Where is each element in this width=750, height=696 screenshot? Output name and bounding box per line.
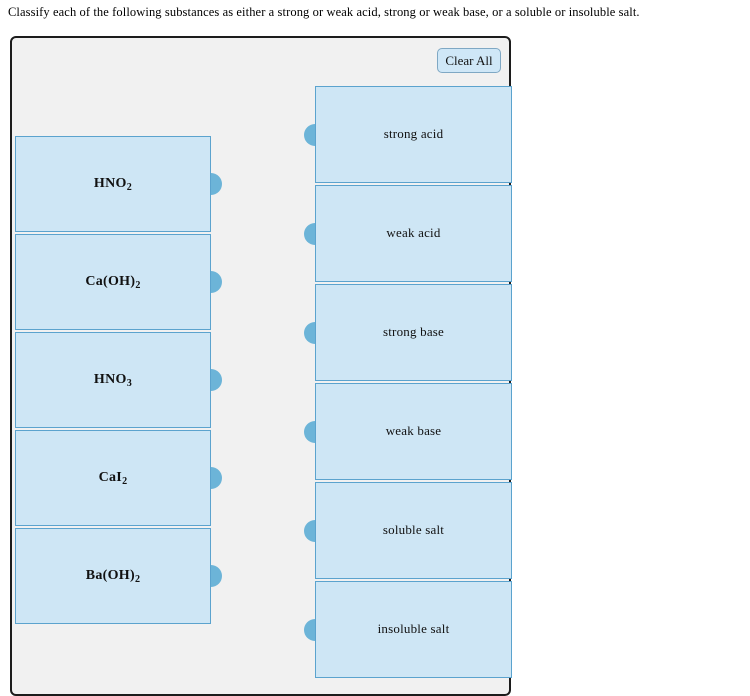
- connector-knob-icon[interactable]: [211, 467, 222, 489]
- page-root: Classify each of the following substance…: [0, 0, 750, 696]
- connector-knob-icon[interactable]: [211, 565, 222, 587]
- category-label: strong base: [382, 324, 445, 340]
- connector-knob-icon[interactable]: [304, 222, 315, 245]
- substances-column: HNO2 Ca(OH)2 HNO3 CaI2 Ba(OH)2: [15, 136, 222, 626]
- clear-all-button[interactable]: Clear All: [437, 48, 501, 73]
- substance-formula: Ba(OH)2: [85, 568, 141, 586]
- category-tile[interactable]: insoluble salt: [304, 581, 512, 678]
- connector-knob-icon[interactable]: [304, 123, 315, 146]
- category-tile[interactable]: strong base: [304, 284, 512, 381]
- category-tile[interactable]: weak acid: [304, 185, 512, 282]
- category-label: weak acid: [386, 225, 441, 241]
- connector-knob-icon[interactable]: [211, 271, 222, 293]
- category-label: soluble salt: [382, 522, 445, 538]
- connector-knob-icon[interactable]: [211, 173, 222, 195]
- substance-formula: HNO3: [93, 372, 133, 390]
- question-prompt: Classify each of the following substance…: [8, 5, 640, 19]
- categories-column: strong acid weak acid strong base weak base…: [304, 86, 512, 680]
- category-tile[interactable]: soluble salt: [304, 482, 512, 579]
- substance-tile[interactable]: HNO2: [15, 136, 222, 232]
- category-label: insoluble salt: [377, 621, 450, 637]
- category-tile[interactable]: strong acid: [304, 86, 512, 183]
- substance-tile[interactable]: Ca(OH)2: [15, 234, 222, 330]
- substance-formula: HNO2: [93, 176, 133, 194]
- substance-tile[interactable]: HNO3: [15, 332, 222, 428]
- substance-formula: Ca(OH)2: [85, 274, 141, 292]
- connector-knob-icon[interactable]: [211, 369, 222, 391]
- connector-knob-icon[interactable]: [304, 321, 315, 344]
- classification-activity-panel: Clear All HNO2 Ca(OH)2 HNO3 CaI2 Ba(OH)2 str…: [10, 36, 512, 696]
- substance-formula: CaI2: [98, 470, 128, 488]
- connector-knob-icon[interactable]: [304, 519, 315, 542]
- category-label: strong acid: [383, 126, 444, 142]
- connector-knob-icon[interactable]: [304, 618, 315, 641]
- substance-tile[interactable]: Ba(OH)2: [15, 528, 222, 624]
- category-label: weak base: [385, 423, 442, 439]
- category-tile[interactable]: weak base: [304, 383, 512, 480]
- substance-tile[interactable]: CaI2: [15, 430, 222, 526]
- connector-knob-icon[interactable]: [304, 420, 315, 443]
